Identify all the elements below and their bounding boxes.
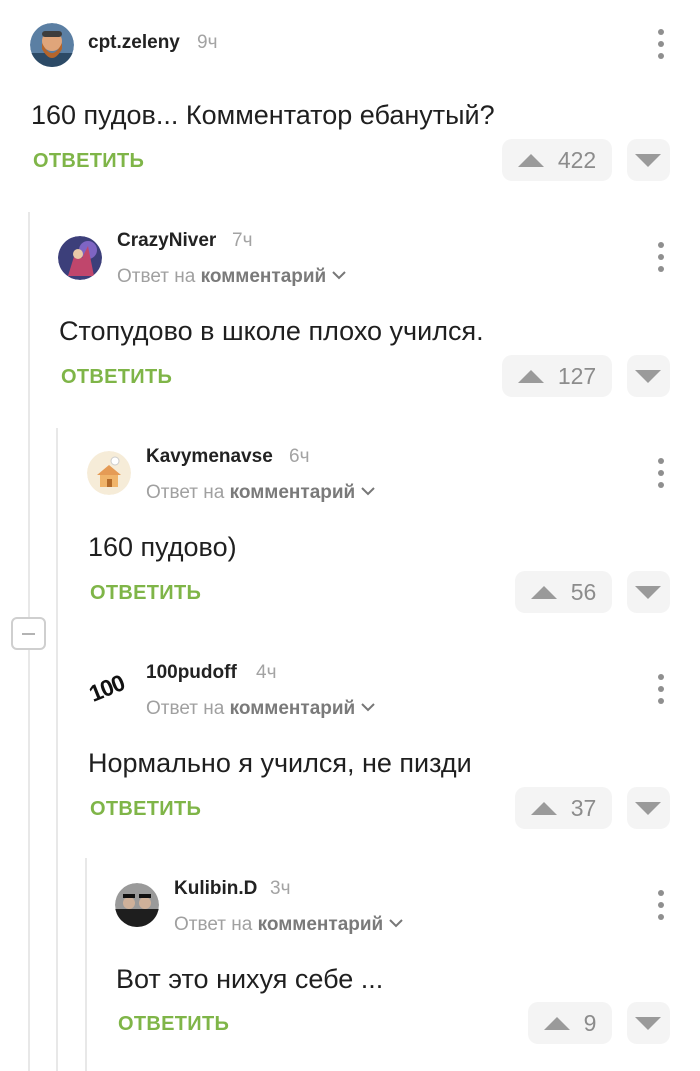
upvote-icon [517, 153, 544, 167]
chevron-down-icon [332, 271, 346, 280]
upvote-button[interactable]: 127 [502, 355, 612, 397]
downvote-icon [635, 1017, 661, 1030]
upvote-button[interactable]: 56 [515, 571, 612, 613]
downvote-button[interactable] [627, 787, 670, 829]
downvote-icon [635, 802, 661, 815]
vote-count: 37 [570, 794, 597, 821]
reply-to-prefix: Ответ на [174, 914, 253, 935]
reply-to-prefix: Ответ на [117, 266, 196, 287]
upvote-icon [530, 801, 557, 815]
more-options-icon[interactable] [655, 29, 669, 59]
more-options-icon[interactable] [655, 674, 669, 704]
reply-button[interactable]: ОТВЕТИТЬ [118, 1013, 229, 1036]
hundred-logo-avatar[interactable]: 100 [85, 667, 137, 711]
reply-to-prefix: Ответ на [146, 698, 225, 719]
reply-to-link[interactable]: Ответ на комментарий [146, 482, 375, 504]
reply-to-link[interactable]: Ответ на комментарий [146, 698, 375, 720]
username[interactable]: 100pudoff [146, 662, 237, 684]
downvote-icon [635, 154, 661, 167]
downvote-icon [635, 586, 661, 599]
reply-to-link[interactable]: Ответ на комментарий [174, 914, 403, 936]
comment-text: 160 пудово) [88, 532, 237, 562]
collapse-thread-button[interactable] [11, 617, 46, 650]
avatar-text: 100 [85, 669, 128, 707]
reply-to-prefix: Ответ на [146, 482, 225, 503]
downvote-button[interactable] [627, 571, 670, 613]
timestamp: 7ч [232, 230, 253, 251]
timestamp: 4ч [256, 662, 277, 683]
comment-text: Стопудово в школе плохо учился. [59, 316, 484, 346]
more-options-icon[interactable] [655, 890, 669, 920]
username[interactable]: CrazyNiver [117, 230, 216, 252]
vote-count: 422 [557, 146, 597, 173]
timestamp: 9ч [197, 32, 218, 53]
reply-to-target: комментарий [200, 266, 327, 287]
bearded-man-avatar[interactable] [30, 23, 74, 67]
chevron-down-icon [361, 487, 375, 496]
vote-count: 127 [557, 362, 597, 389]
reply-button[interactable]: ОТВЕТИТЬ [90, 582, 201, 605]
comment-text: Вот это нихуя себе ... [116, 964, 384, 994]
comment-text: Нормально я учился, не пизди [88, 748, 472, 778]
comments-thread: cpt.zeleny 9ч 160 пудов... Комментатор е… [0, 0, 700, 1071]
downvote-icon [635, 370, 661, 383]
reply-button[interactable]: ОТВЕТИТЬ [33, 150, 144, 173]
upvote-icon [543, 1016, 570, 1030]
username[interactable]: cpt.zeleny [88, 32, 180, 54]
downvote-button[interactable] [627, 139, 670, 181]
reply-button[interactable]: ОТВЕТИТЬ [90, 798, 201, 821]
username[interactable]: Kavymenavse [146, 446, 273, 468]
thread-line-level-3 [85, 858, 87, 1071]
timestamp: 6ч [289, 446, 310, 467]
reply-to-target: комментарий [229, 482, 356, 503]
reply-to-target: комментарий [229, 698, 356, 719]
upvote-button[interactable]: 37 [515, 787, 612, 829]
downvote-button[interactable] [627, 355, 670, 397]
username[interactable]: Kulibin.D [174, 878, 257, 900]
reply-to-target: комментарий [257, 914, 384, 935]
more-options-icon[interactable] [655, 458, 669, 488]
chevron-down-icon [361, 703, 375, 712]
downvote-button[interactable] [627, 1002, 670, 1044]
timestamp: 3ч [270, 878, 291, 899]
comment-text: 160 пудов... Комментатор ебанутый? [31, 100, 495, 130]
upvote-button[interactable]: 9 [528, 1002, 612, 1044]
men-in-suits-avatar[interactable] [115, 883, 159, 927]
cartoon-house-avatar[interactable] [87, 451, 131, 495]
vote-count: 56 [570, 578, 597, 605]
fantasy-character-avatar[interactable] [58, 236, 102, 280]
reply-to-link[interactable]: Ответ на комментарий [117, 266, 346, 288]
upvote-icon [517, 369, 544, 383]
upvote-icon [530, 585, 557, 599]
thread-line-level-2 [56, 428, 58, 1071]
vote-count: 9 [583, 1009, 597, 1036]
reply-button[interactable]: ОТВЕТИТЬ [61, 366, 172, 389]
upvote-button[interactable]: 422 [502, 139, 612, 181]
more-options-icon[interactable] [655, 242, 669, 272]
chevron-down-icon [389, 919, 403, 928]
